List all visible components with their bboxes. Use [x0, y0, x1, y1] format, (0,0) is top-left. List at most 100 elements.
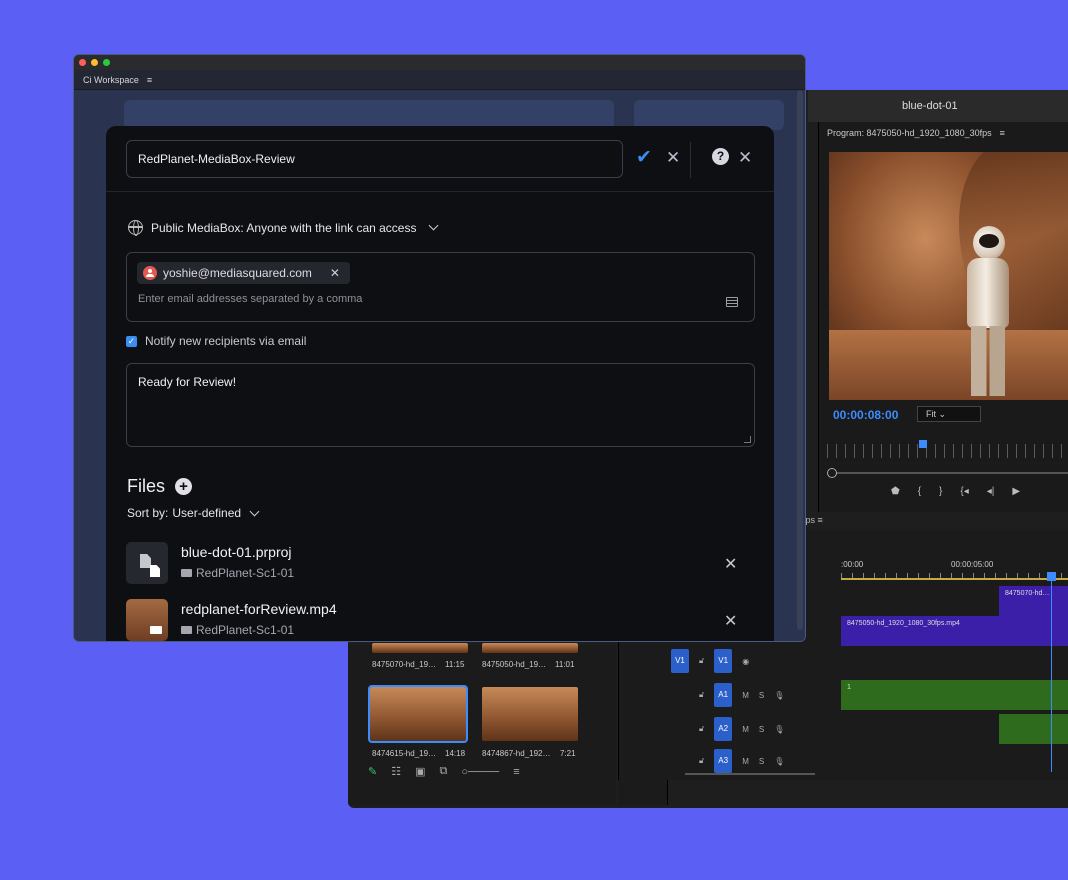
astronaut	[961, 226, 1015, 396]
audio-clip[interactable]: 1	[841, 680, 1068, 710]
lock-icon[interactable]: 🔓︎	[699, 724, 704, 734]
solo-button[interactable]: S	[759, 757, 764, 766]
track-target[interactable]: A2	[714, 717, 733, 741]
remove-file-icon[interactable]: ✕	[724, 554, 737, 574]
folder-icon	[181, 626, 192, 634]
timeline-clip[interactable]: 8475070-hd…	[999, 586, 1068, 616]
checkbox-icon[interactable]: ✓	[126, 335, 137, 347]
mic-icon[interactable]: 🎙︎	[774, 725, 784, 734]
bin-thumbnail[interactable]	[372, 643, 468, 653]
message-text: Ready for Review!	[138, 375, 237, 389]
transport-controls: ⬟ { } {◂ ◂| ▶	[891, 486, 1020, 497]
freeform-view-icon[interactable]: ⧉	[440, 765, 448, 778]
bin-item-duration: 11:01	[555, 660, 575, 669]
timeline-ruler[interactable]: :00:00 00:00:05:00	[841, 560, 1068, 580]
bin-thumbnail[interactable]	[482, 687, 578, 741]
divider	[690, 142, 691, 178]
sequence-title: blue-dot-01	[808, 90, 1068, 122]
program-timecode[interactable]: 00:00:08:00	[833, 408, 898, 422]
program-video-frame[interactable]	[829, 152, 1068, 400]
mediabox-name-input[interactable]: RedPlanet-MediaBox-Review	[126, 140, 623, 178]
mute-button[interactable]: M	[742, 757, 749, 766]
bin-item-duration: 11:15	[445, 660, 465, 669]
lock-icon[interactable]: 🔓︎	[699, 690, 704, 700]
track-header-a1: 🔓︎ A1 M S 🎙︎	[671, 680, 841, 710]
bin-item-name: 8474615-hd_19…	[372, 749, 437, 758]
help-icon[interactable]: ?	[712, 148, 729, 165]
sort-icon[interactable]: ≡	[513, 766, 519, 778]
mic-icon[interactable]: 🎙︎	[774, 691, 784, 700]
check-icon[interactable]: ✔	[636, 146, 652, 169]
timeline-clip[interactable]: 8475050-hd_1920_1080_30fps.mp4	[841, 616, 1068, 646]
step-back-icon[interactable]: ◂|	[987, 486, 995, 497]
mark-out-icon[interactable]: }	[939, 486, 942, 497]
close-icon[interactable]: ✕	[666, 148, 680, 168]
bin-item-duration: 14:18	[445, 749, 466, 758]
remove-file-icon[interactable]: ✕	[724, 611, 737, 631]
timeline-playhead[interactable]	[1047, 572, 1056, 772]
bin-thumbnail[interactable]	[482, 643, 578, 653]
access-dropdown[interactable]: Public MediaBox: Anyone with the link ca…	[128, 220, 439, 236]
bin-thumbnail-selected[interactable]	[368, 685, 468, 743]
program-zoom-scrollbar[interactable]	[827, 468, 1068, 478]
go-to-in-icon[interactable]: {◂	[960, 486, 968, 497]
message-textarea[interactable]: Ready for Review!	[126, 363, 755, 447]
pencil-icon[interactable]: ✎	[368, 765, 377, 778]
mic-icon[interactable]: 🎙︎	[774, 757, 784, 766]
zoom-slider[interactable]: ○────	[461, 766, 499, 778]
list-view-icon[interactable]: ☷	[391, 765, 401, 778]
minimize-window-button[interactable]	[91, 59, 98, 66]
file-item[interactable]: redplanet-forReview.mp4 RedPlanet-Sc1-01…	[126, 599, 755, 641]
program-playhead[interactable]	[919, 440, 927, 448]
notify-checkbox-row[interactable]: ✓ Notify new recipients via email	[126, 334, 306, 348]
resize-handle[interactable]	[744, 436, 751, 443]
email-input[interactable]	[138, 293, 698, 305]
remove-recipient-icon[interactable]: ✕	[330, 266, 340, 280]
bin-item-duration: 7:21	[560, 749, 576, 758]
track-header-a3: 🔓︎ A3 M S 🎙︎	[671, 746, 841, 776]
track-target[interactable]: A3	[714, 749, 733, 773]
user-avatar-icon	[143, 266, 157, 280]
fit-dropdown[interactable]: Fit ⌄	[917, 406, 981, 422]
lock-icon[interactable]: 🔓︎	[699, 656, 704, 666]
solo-button[interactable]: S	[759, 691, 764, 700]
bin-item-name: 8475050-hd_19…	[482, 660, 547, 669]
source-patch[interactable]: V1	[671, 649, 689, 673]
plus-icon[interactable]: +	[175, 478, 193, 495]
menu-icon[interactable]: ≡	[147, 75, 152, 85]
file-item[interactable]: blue-dot-01.prproj RedPlanet-Sc1-01 ✕	[126, 542, 755, 586]
file-folder: RedPlanet-Sc1-01	[181, 566, 294, 580]
eye-icon[interactable]: ◉	[742, 657, 749, 666]
recipients-field[interactable]: yoshie@mediasquared.com ✕	[126, 252, 755, 322]
zoom-window-button[interactable]	[103, 59, 110, 66]
mute-button[interactable]: M	[742, 691, 749, 700]
ruler-label: :00:00	[841, 560, 864, 569]
track-target[interactable]: V1	[714, 649, 733, 673]
lock-icon[interactable]: 🔓︎	[699, 756, 704, 766]
folder-icon	[181, 569, 192, 577]
audio-clip[interactable]	[999, 714, 1068, 744]
add-marker-icon[interactable]: ⬟	[891, 486, 900, 497]
sort-dropdown[interactable]: Sort by: User-defined	[127, 506, 260, 520]
play-icon[interactable]: ▶	[1012, 486, 1020, 497]
mute-button[interactable]: M	[742, 725, 749, 734]
workspace-toolbar: Ci Workspace ≡	[74, 70, 805, 90]
files-heading: Files +	[127, 476, 193, 497]
close-window-button[interactable]	[79, 59, 86, 66]
share-mediabox-dialog: RedPlanet-MediaBox-Review ✔ ✕ ? ✕ Public…	[106, 126, 774, 641]
file-folder: RedPlanet-Sc1-01	[181, 623, 294, 637]
sort-prefix: Sort by:	[127, 506, 169, 520]
timeline-scrollbar[interactable]	[685, 773, 815, 775]
close-dialog-icon[interactable]: ✕	[738, 148, 752, 168]
address-book-icon[interactable]	[726, 297, 738, 307]
program-monitor: Program: 8475050-hd_1920_1080_30fps ≡ 00…	[818, 122, 1068, 512]
icon-view-icon[interactable]: ▣	[415, 765, 425, 778]
solo-button[interactable]: S	[759, 725, 764, 734]
mark-in-icon[interactable]: {	[918, 486, 921, 497]
workspace-scrollbar[interactable]	[797, 90, 803, 630]
track-target[interactable]: A1	[714, 683, 733, 707]
panel-menu-icon[interactable]: ≡	[1000, 128, 1005, 138]
video-icon	[126, 599, 168, 641]
ci-workspace-window: Ci Workspace ≡ RedPlanet-MediaBox-Review…	[73, 54, 806, 642]
program-ruler[interactable]	[827, 444, 1068, 458]
